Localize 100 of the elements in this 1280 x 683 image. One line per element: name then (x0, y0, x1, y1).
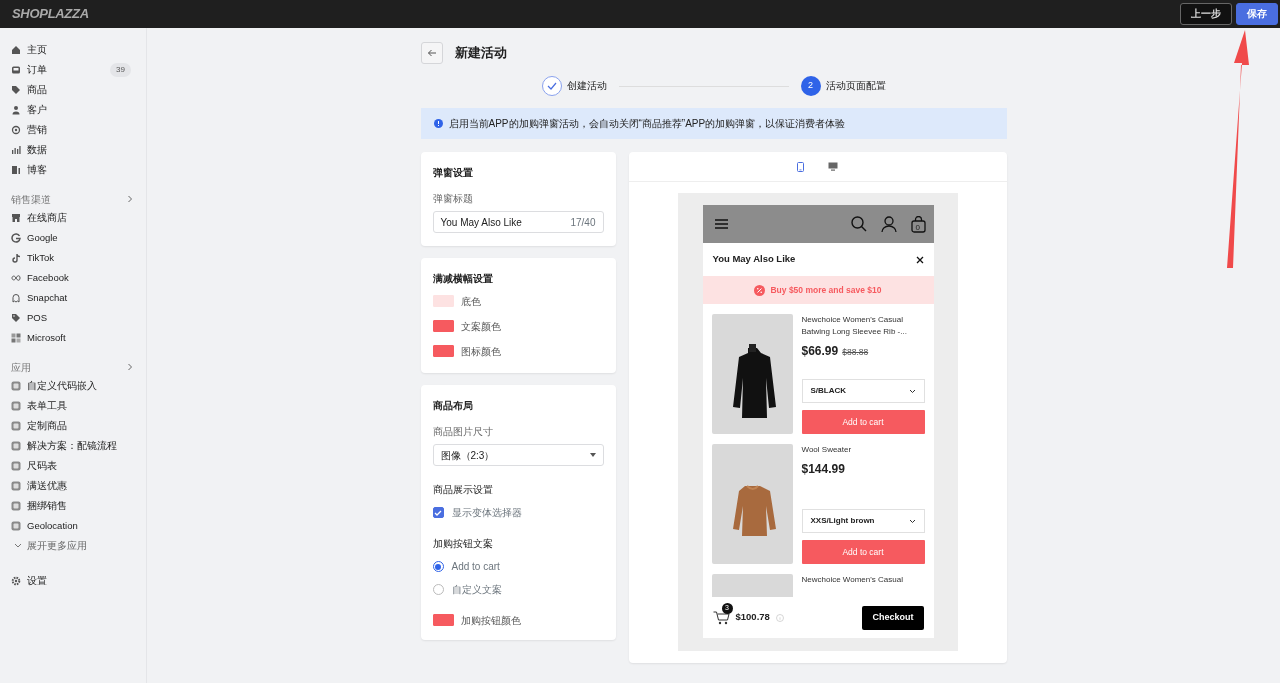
windows-icon (11, 333, 21, 343)
sidebar-item[interactable]: 解决方案：配镜流程 (11, 436, 146, 456)
close-icon[interactable] (915, 255, 924, 264)
search-icon[interactable] (850, 216, 867, 232)
caret-icon (589, 453, 596, 457)
section-heading: 应用 (11, 360, 31, 375)
chevron-down-icon (908, 518, 916, 524)
sidebar-item[interactable]: POS (11, 308, 146, 328)
variant-value: S/BLACK (810, 385, 847, 397)
cart-count: 0 (915, 221, 920, 234)
step-label: 活动页面配置 (825, 78, 886, 93)
sidebar-item[interactable]: 客户 (11, 100, 146, 120)
radio-label: Add to cart (451, 560, 500, 574)
app-icon (11, 481, 21, 491)
bar-chart-icon (11, 145, 21, 155)
color-swatch[interactable] (432, 320, 454, 332)
color-swatch[interactable] (432, 614, 454, 626)
product-name[interactable]: Newchoice Women's Casual (801, 574, 925, 586)
variant-select[interactable]: S/BLACK (801, 379, 925, 403)
checkbox[interactable] (432, 507, 444, 518)
sidebar-item[interactable]: 满送优惠 (11, 476, 146, 496)
field-label: 商品图片尺寸 (432, 425, 494, 439)
section-label: 商品展示设置 (432, 483, 494, 497)
sidebar-item[interactable]: 在线商店 (11, 208, 146, 228)
store-icon (11, 213, 21, 223)
app-icon (11, 521, 21, 531)
sidebar-item[interactable]: Facebook (11, 268, 146, 288)
app-icon (11, 381, 21, 391)
section-label: 加购按钮文案 (432, 537, 494, 551)
target-icon (11, 125, 21, 135)
sidebar-item[interactable]: Snapchat (11, 288, 146, 308)
infinity-icon (11, 273, 21, 283)
chevron-down-icon (908, 388, 916, 394)
swatch-label: 底色 (460, 294, 481, 309)
sidebar-item[interactable]: Geolocation (11, 516, 146, 536)
checkbox-label: 显示变体选择器 (451, 506, 522, 520)
radio-button[interactable] (432, 561, 444, 572)
tags-icon (11, 313, 21, 323)
circle-arc-icon (11, 233, 21, 243)
select-value: 图像（2:3） (440, 448, 495, 463)
save-button[interactable]: 保存 (1236, 3, 1278, 25)
sidebar-item[interactable]: 博客 (11, 160, 146, 180)
back-button[interactable] (420, 42, 443, 64)
app-icon (11, 421, 21, 431)
chevron-down-icon[interactable] (14, 542, 22, 549)
product-price: $66.99 (801, 343, 839, 360)
input-field[interactable]: You May Also Like 17/40 (432, 211, 604, 233)
field-value: You May Also Like (440, 215, 522, 230)
sidebar-item[interactable]: 数据 (11, 140, 146, 160)
section-heading: 销售渠道 (11, 192, 51, 207)
sidebar-item[interactable]: 主页 (11, 40, 146, 60)
sidebar-item[interactable]: 定制商品 (11, 416, 146, 436)
variant-value: XXS/Light brown (810, 515, 875, 527)
chevron-right-icon[interactable] (127, 363, 133, 371)
sidebar-item[interactable]: 尺码表 (11, 456, 146, 476)
user-icon[interactable] (880, 216, 897, 232)
info-icon (775, 613, 784, 622)
document-icon (11, 165, 21, 175)
monitor-icon[interactable] (828, 162, 838, 171)
bag-button[interactable]: 0 (910, 215, 926, 233)
product-name[interactable]: Wool Sweater (801, 444, 925, 456)
popup-title: You May Also Like (712, 252, 796, 267)
sidebar-item[interactable]: TikTok (11, 248, 146, 268)
expand-more-link[interactable]: 展开更多应用 (27, 538, 87, 553)
person-icon (11, 105, 21, 115)
radio-button[interactable] (432, 584, 444, 595)
product-name[interactable]: Newchoice Women's Casual Batwing Long Sleevee Rib -... (801, 314, 925, 338)
sidebar-item[interactable]: Microsoft (11, 328, 146, 348)
phone-icon[interactable] (797, 161, 804, 172)
select-field[interactable]: 图像（2:3） (432, 444, 604, 466)
menu-icon[interactable] (714, 219, 728, 229)
card-title: 满减横幅设置 (432, 272, 494, 286)
sidebar-item[interactable]: 捆绑销售 (11, 496, 146, 516)
sidebar-item[interactable]: 设置 (11, 571, 146, 591)
sidebar-item[interactable]: 表单工具 (11, 396, 146, 416)
page-title: 新建活动 (454, 44, 507, 62)
character-counter: 17/40 (570, 215, 596, 230)
step-label: 创建活动 (566, 78, 607, 93)
swatch-label: 图标颜色 (460, 344, 501, 359)
cart-total: $100.78 (735, 610, 770, 625)
variant-select[interactable]: XXS/Light brown (801, 509, 925, 533)
sidebar-item[interactable]: 自定义代码嵌入 (11, 376, 146, 396)
chevron-right-icon[interactable] (127, 195, 133, 203)
card-title: 弹窗设置 (432, 166, 474, 180)
ghost-icon (11, 293, 21, 303)
bag-icon (910, 215, 926, 233)
info-text: 启用当前APP的加购弹窗活动，会自动关闭“商品推荐”APP的加购弹窗，以保证消费者体验 (448, 117, 846, 131)
back-arrow-icon (426, 49, 437, 57)
sidebar-item[interactable]: Google (11, 228, 146, 248)
sidebar-item[interactable]: 商品 (11, 80, 146, 100)
tag-icon (11, 85, 21, 95)
sidebar-item[interactable]: 营销 (11, 120, 146, 140)
discount-icon (754, 284, 766, 296)
checkout-button[interactable]: Checkout (862, 605, 924, 630)
app-icon (11, 501, 21, 511)
app-icon (11, 441, 21, 451)
back-step-button[interactable]: 上一步 (1180, 3, 1232, 25)
color-swatch[interactable] (432, 345, 454, 357)
compare-price: $88.88 (842, 346, 869, 359)
sidebar-item[interactable]: 订单 39 (11, 60, 146, 80)
